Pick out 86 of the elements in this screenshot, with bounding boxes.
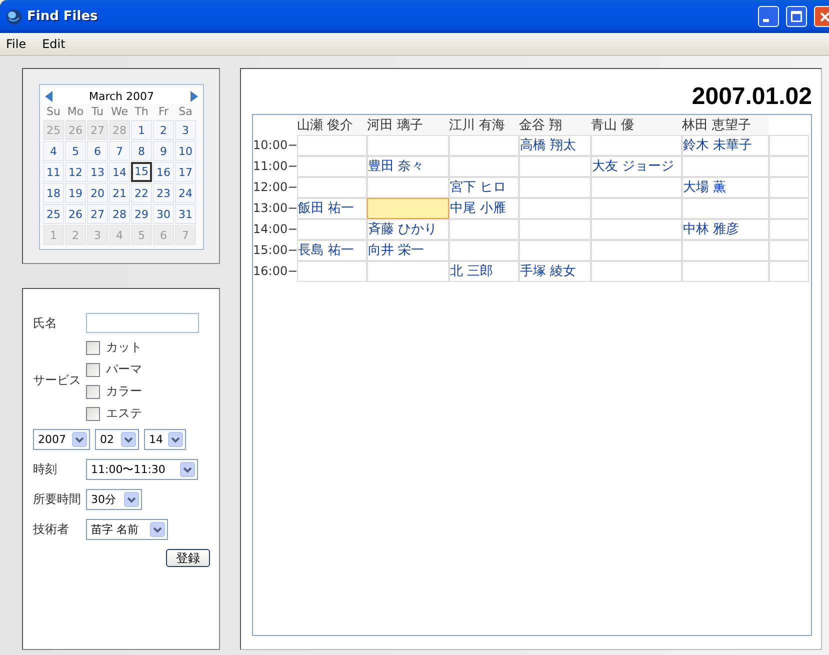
booking-cell[interactable]: 手塚 綾女 — [519, 261, 591, 282]
checkbox-label: エステ — [106, 405, 142, 422]
calendar-day[interactable]: 29 — [131, 204, 152, 224]
weekday-label: Mo — [66, 105, 85, 119]
time-label: 11:00− — [253, 158, 297, 175]
calendar-day[interactable]: 10 — [175, 141, 196, 161]
weekday-label: Fr — [157, 105, 170, 119]
calendar-day[interactable]: 23 — [153, 183, 174, 203]
calendar-day[interactable]: 20 — [87, 183, 108, 203]
register-button[interactable]: 登録 — [166, 549, 210, 567]
calendar-day[interactable]: 26 — [65, 204, 86, 224]
menu-item[interactable]: Edit — [42, 37, 66, 51]
calendar-day[interactable]: 5 — [65, 141, 86, 161]
window-title: Find Files — [27, 9, 98, 24]
calendar-day[interactable]: 27 — [87, 204, 108, 224]
calendar-day[interactable]: 15 — [131, 162, 152, 182]
booking-cell[interactable]: 高橋 翔太 — [519, 135, 591, 156]
calendar-day[interactable]: 7 — [109, 141, 130, 161]
calendar-day[interactable]: 8 — [131, 141, 152, 161]
weekday-label: Tu — [90, 105, 105, 119]
booking-cell[interactable]: 中尾 小雁 — [449, 198, 519, 219]
calendar-day[interactable]: 19 — [65, 183, 86, 203]
calendar-day[interactable]: 13 — [87, 162, 108, 182]
calendar-day[interactable]: 30 — [153, 204, 174, 224]
booking-cell[interactable]: 斉藤 ひかり — [367, 219, 449, 240]
calendar-day[interactable]: 31 — [175, 204, 196, 224]
calendar-day[interactable]: 25 — [43, 204, 64, 224]
calendar-day[interactable]: 6 — [87, 141, 108, 161]
time-label: 16:00− — [253, 263, 297, 280]
calendar-day[interactable]: 14 — [109, 162, 130, 182]
field-label: 時刻 — [33, 461, 58, 478]
calendar-day[interactable]: 21 — [109, 183, 130, 203]
date-dropdown[interactable]: 14 — [144, 429, 186, 450]
checkbox-label: カラー — [106, 383, 142, 400]
column-header: 河田 璃子 — [367, 116, 449, 135]
field-label: 氏名 — [33, 314, 58, 332]
time-label: 13:00− — [253, 200, 297, 217]
dropdown[interactable]: 苗字 名前 — [86, 519, 168, 540]
field-label: 技術者 — [33, 521, 70, 538]
weekday-label: We — [110, 105, 129, 119]
calendar-day[interactable]: 17 — [175, 162, 196, 182]
booking-cell[interactable]: 長島 祐一 — [297, 240, 367, 261]
column-header: 林田 恵望子 — [682, 116, 769, 135]
calendar-day[interactable]: 3 — [175, 120, 196, 140]
booking-cell[interactable]: 向井 栄一 — [367, 240, 449, 261]
dropdown[interactable]: 11:00〜11:30 — [86, 459, 198, 480]
calendar-day[interactable]: 28 — [109, 204, 130, 224]
calendar-day[interactable]: 16 — [153, 162, 174, 182]
calendar-day[interactable]: 18 — [43, 183, 64, 203]
column-header: 金谷 翔 — [519, 116, 591, 135]
time-label: 10:00− — [253, 137, 297, 154]
month-title: March 2007 — [88, 90, 154, 102]
calendar-day[interactable]: 9 — [153, 141, 174, 161]
menu-item[interactable]: File — [6, 37, 26, 51]
booking-cell[interactable]: 大友 ジョージ — [591, 156, 682, 177]
field-label: サービス — [33, 372, 82, 389]
calendar-day[interactable]: 12 — [65, 162, 86, 182]
booking-cell[interactable]: 飯田 祐一 — [297, 198, 367, 219]
date-dropdown[interactable]: 02 — [95, 429, 139, 450]
calendar-day[interactable]: 1 — [131, 120, 152, 140]
checkbox-label: カット — [106, 339, 142, 356]
booking-cell[interactable]: 豊田 奈々 — [367, 156, 449, 177]
time-label: 15:00− — [253, 242, 297, 259]
booking-cell[interactable]: 中林 雅彦 — [682, 219, 769, 240]
weekday-label: Th — [134, 105, 150, 119]
calendar-day[interactable]: 11 — [43, 162, 64, 182]
booking-cell[interactable]: 宮下 ヒロ — [449, 177, 519, 198]
booking-cell[interactable]: 鈴木 未華子 — [682, 135, 769, 156]
calendar-day[interactable]: 22 — [131, 183, 152, 203]
column-header: 青山 優 — [591, 116, 682, 135]
date-heading: 2007.01.02 — [692, 83, 812, 111]
calendar-day[interactable]: 2 — [153, 120, 174, 140]
checkbox-label: パーマ — [106, 361, 142, 378]
weekday-label: Sa — [178, 105, 194, 119]
calendar-day[interactable]: 24 — [175, 183, 196, 203]
booking-cell[interactable]: 北 三郎 — [449, 261, 519, 282]
column-header: 江川 有海 — [449, 116, 519, 135]
date-dropdown[interactable]: 2007 — [33, 429, 90, 450]
weekday-label: Su — [46, 105, 62, 119]
column-header: 山瀬 俊介 — [297, 116, 367, 135]
time-label: 12:00− — [253, 179, 297, 196]
dropdown[interactable]: 30分 — [86, 489, 142, 510]
booking-cell[interactable]: 大場 薫 — [682, 177, 769, 198]
time-label: 14:00− — [253, 221, 297, 238]
calendar-day[interactable]: 4 — [43, 141, 64, 161]
field-label: 所要時間 — [33, 491, 82, 508]
